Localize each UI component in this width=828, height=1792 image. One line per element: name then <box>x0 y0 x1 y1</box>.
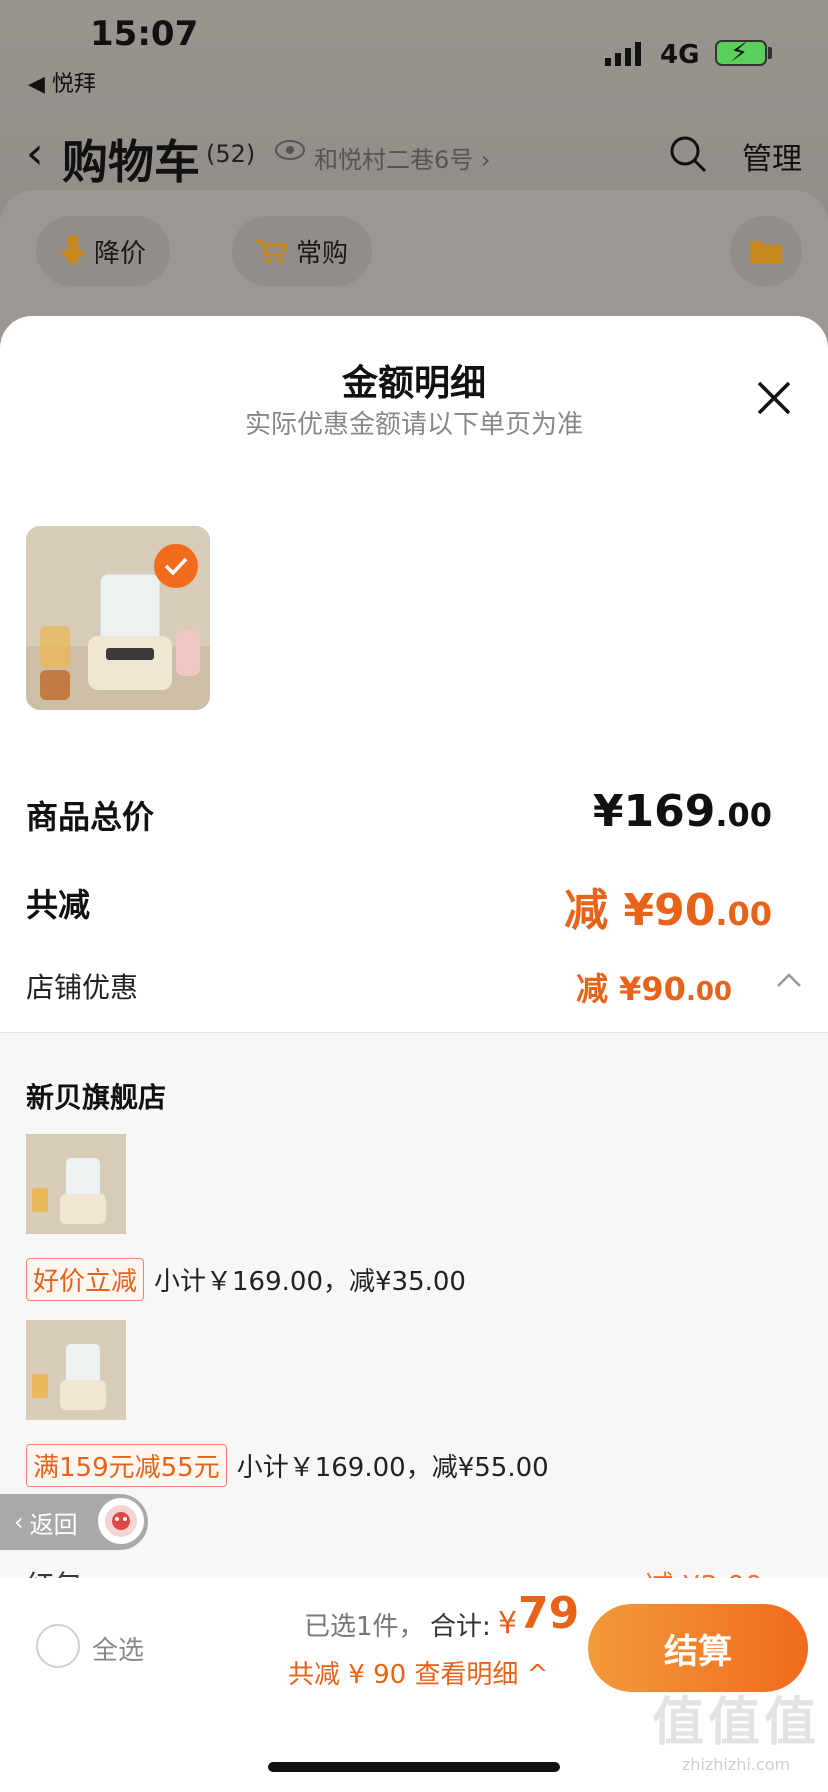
battery-tip-icon <box>768 47 772 59</box>
frequent-filter[interactable]: 常购 <box>232 216 373 286</box>
close-icon[interactable] <box>756 380 792 416</box>
signal-icon <box>605 42 641 66</box>
total-label: 合计: <box>430 1612 491 1642</box>
search-icon[interactable] <box>668 134 708 174</box>
promo-product-thumbnail <box>26 1320 126 1420</box>
charging-bolt-icon: ⚡ <box>730 38 749 68</box>
amount-detail-sheet: 金额明细 实际优惠金额请以下单页为准 商品总价 ¥169.00 共减 减 ¥90… <box>0 316 828 1792</box>
chevron-left-icon: ‹ <box>14 1508 24 1536</box>
total-price-dec: .00 <box>715 796 772 834</box>
selected-count: 已选1件， <box>304 1612 425 1642</box>
mascot-avatar-icon[interactable] <box>98 1498 144 1544</box>
back-icon[interactable]: ‹ <box>26 128 44 179</box>
promo-row: 满159元减55元 小计￥169.00，减¥55.00 <box>26 1444 549 1487</box>
home-indicator <box>268 1762 560 1772</box>
select-all-label[interactable]: 全选 <box>92 1630 144 1667</box>
back-to-app-link[interactable]: ◀ 悦拜 <box>28 66 96 98</box>
select-all-radio[interactable] <box>36 1624 80 1668</box>
eye-icon <box>275 140 305 160</box>
watermark-logo: 值值值 <box>651 1693 820 1753</box>
checkout-button[interactable]: 结算 <box>588 1604 808 1692</box>
folder-button[interactable] <box>730 216 802 286</box>
cart-icon <box>256 237 288 265</box>
price-drop-filter[interactable]: 降价 <box>36 216 171 286</box>
status-time: 15:07 <box>90 14 199 54</box>
float-back-label: 返回 <box>29 1510 78 1539</box>
address-link[interactable]: 和悦村二巷6号 › <box>314 140 491 175</box>
view-detail-link[interactable]: 共减 ¥ 90 查看明细 ^ <box>288 1654 548 1691</box>
store-name: 新贝旗舰店 <box>26 1081 167 1114</box>
shop-discount-dec: .00 <box>685 977 732 1007</box>
shop-discount-value[interactable]: 减 ¥90.00 <box>576 964 732 1010</box>
sheet-title: 金额明细 <box>341 363 486 404</box>
reduce-int: 减 ¥90 <box>564 885 716 936</box>
cart-header: ‹ 购物车 (52) 和悦村二巷6号 › 管理 <box>0 118 828 198</box>
chevron-up-icon[interactable] <box>776 972 802 988</box>
folder-icon <box>750 241 782 264</box>
reduce-dec: .00 <box>715 895 772 933</box>
promo-tag: 好价立减 <box>26 1258 145 1301</box>
promo-text: 小计￥169.00，减¥35.00 <box>154 1267 466 1297</box>
watermark-site: zhizhizhi.com <box>681 1755 791 1774</box>
promo-product-thumbnail <box>26 1134 126 1234</box>
network-type: 4G <box>660 40 700 70</box>
reduce-label: 共减 <box>26 886 91 924</box>
manage-button[interactable]: 管理 <box>742 134 802 178</box>
total-price-value: ¥169.00 <box>593 786 772 837</box>
arrow-down-icon <box>60 236 86 266</box>
promo-row: 好价立减 小计￥169.00，减¥35.00 <box>26 1258 466 1301</box>
total-price-label: 商品总价 <box>26 798 155 836</box>
currency-symbol: ¥ <box>498 1606 518 1641</box>
cart-count: (52) <box>206 140 256 168</box>
page-title: 购物车 <box>62 135 200 189</box>
promo-tag: 满159元减55元 <box>26 1444 227 1487</box>
total-price-int: ¥169 <box>592 786 716 837</box>
shop-discount-int: 减 ¥90 <box>575 970 686 1008</box>
reduce-value: 减 ¥90.00 <box>564 874 772 938</box>
promo-text: 小计￥169.00，减¥55.00 <box>236 1453 549 1483</box>
shop-discount-label: 店铺优惠 <box>26 971 139 1004</box>
status-bar: 15:07 ◀ 悦拜 4G ⚡ <box>0 0 828 110</box>
selected-check-icon[interactable] <box>154 544 198 588</box>
total-amount: 79 <box>518 1588 580 1639</box>
price-drop-label: 降价 <box>94 238 147 269</box>
watermark: 值值值 zhizhizhi.com <box>652 1680 820 1774</box>
frequent-label: 常购 <box>296 238 349 269</box>
sheet-subtitle: 实际优惠金额请以下单页为准 <box>244 410 583 440</box>
